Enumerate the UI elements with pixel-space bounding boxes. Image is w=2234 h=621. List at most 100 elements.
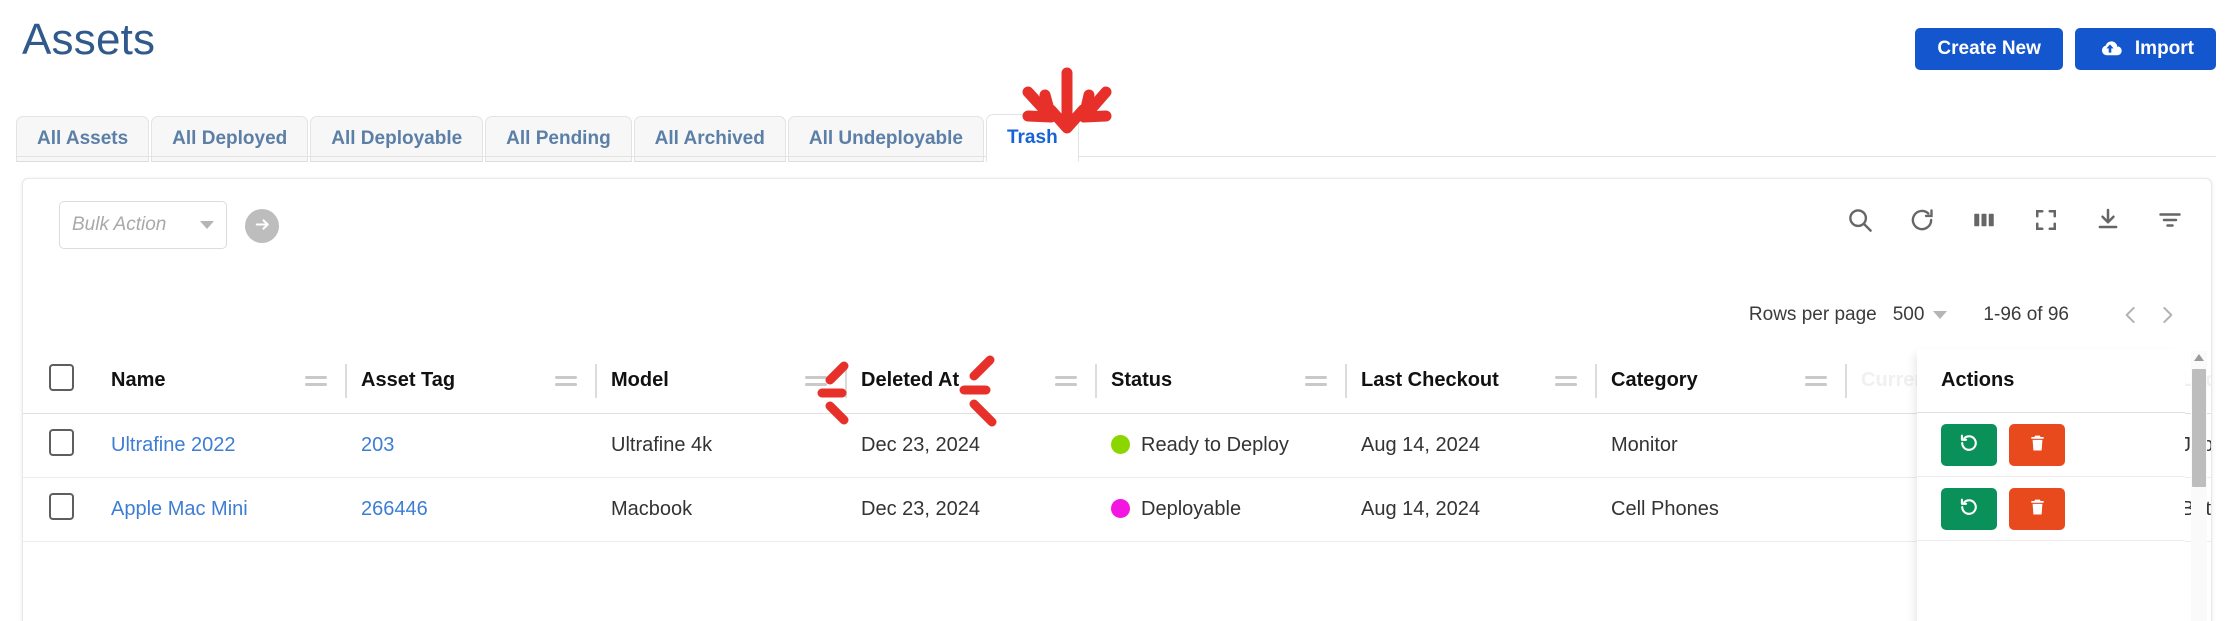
chevron-down-icon xyxy=(1933,311,1948,319)
assets-table-card: Bulk Action Rows per page 500 1-96 of 96… xyxy=(22,178,2212,621)
cell-name: Ultrafine 2022 xyxy=(97,413,347,478)
table-toolbar: Bulk Action xyxy=(23,179,2211,271)
import-button[interactable]: Import xyxy=(2074,28,2216,70)
actions-sticky-column: Actions xyxy=(1917,349,2185,621)
table-header-row: Name Asset Tag Model Deleted At Status L… xyxy=(23,349,2211,414)
actions-column-header: Actions xyxy=(1917,349,2185,413)
column-header-category[interactable]: Category xyxy=(1597,349,1847,414)
bulk-action-select[interactable]: Bulk Action xyxy=(59,201,227,249)
delete-button[interactable] xyxy=(2009,423,2065,466)
rows-per-page-select[interactable]: 500 xyxy=(1893,304,1948,326)
column-label: Last Checkout xyxy=(1361,369,1499,392)
column-label: Category xyxy=(1611,369,1698,392)
restore-icon xyxy=(1958,432,1980,457)
select-all-header xyxy=(23,349,97,414)
column-label: Model xyxy=(611,369,669,392)
cell-status: Deployable xyxy=(1097,477,1347,542)
bulk-action-go-button[interactable] xyxy=(245,209,279,243)
restore-icon xyxy=(1958,496,1980,521)
create-new-label: Create New xyxy=(1937,38,2041,59)
row-checkbox[interactable] xyxy=(49,492,74,520)
column-grip-icon[interactable] xyxy=(305,375,327,386)
fullscreen-icon[interactable] xyxy=(2031,205,2061,235)
row-checkbox[interactable] xyxy=(49,428,74,456)
column-header-name[interactable]: Name xyxy=(97,349,347,414)
column-label: Deleted At xyxy=(861,369,960,392)
column-grip-icon[interactable] xyxy=(1055,375,1077,386)
rows-per-page-label: Rows per page xyxy=(1748,304,1877,325)
header-actions: Create New Import xyxy=(1915,28,2216,70)
cell-deleted-at: Dec 23, 2024 xyxy=(847,413,1097,478)
row-select-cell xyxy=(23,477,97,542)
assets-table-scroll[interactable]: Name Asset Tag Model Deleted At Status L… xyxy=(23,349,2211,621)
cell-last-checkout: Aug 14, 2024 xyxy=(1347,477,1597,542)
chevron-left-icon[interactable] xyxy=(2113,297,2149,333)
cell-model: Ultrafine 4k xyxy=(597,413,847,478)
cell-status: Ready to Deploy xyxy=(1097,413,1347,478)
column-grip-icon[interactable] xyxy=(1805,375,1827,386)
cell-asset-tag: 203 xyxy=(347,413,597,478)
tabs-underline xyxy=(16,156,2216,157)
table-row[interactable]: Ultrafine 2022 203 Ultrafine 4k Dec 23, … xyxy=(23,413,2211,478)
cell-category: Monitor xyxy=(1597,413,1847,478)
column-label: Asset Tag xyxy=(361,369,456,392)
page-title: Assets xyxy=(22,15,156,64)
scrollbar-thumb[interactable] xyxy=(2192,369,2206,487)
columns-icon[interactable] xyxy=(1969,205,1999,235)
tab-trash[interactable]: Trash xyxy=(985,114,1079,162)
cell-deleted-at: Dec 23, 2024 xyxy=(847,477,1097,542)
column-header-status[interactable]: Status xyxy=(1097,349,1347,414)
column-header-deleted-at[interactable]: Deleted At xyxy=(847,349,1097,414)
rows-per-page-value: 500 xyxy=(1892,304,1925,325)
column-header-model[interactable]: Model xyxy=(597,349,847,414)
asset-tag-link[interactable]: 203 xyxy=(361,434,394,456)
import-label: Import xyxy=(2134,38,2194,59)
assets-trash-page: Assets Create New Import All Assets All … xyxy=(0,0,2234,621)
pagination-range: 1-96 of 96 xyxy=(1983,304,2069,325)
download-icon[interactable] xyxy=(2093,205,2123,235)
restore-button[interactable] xyxy=(1941,423,1997,466)
restore-button[interactable] xyxy=(1941,487,1997,530)
row-actions xyxy=(1917,477,2185,541)
asset-name-link[interactable]: Apple Mac Mini xyxy=(111,498,248,520)
filter-icon[interactable] xyxy=(2155,205,2185,235)
tabs-bar: All Assets All Deployed All Deployable A… xyxy=(16,110,1081,162)
search-icon[interactable] xyxy=(1845,205,1875,235)
column-header-last-checkout[interactable]: Last Checkout xyxy=(1347,349,1597,414)
cloud-upload-icon xyxy=(2097,39,2123,59)
status-label: Deployable xyxy=(1141,497,1242,520)
trash-icon xyxy=(2027,497,2048,521)
status-dot-icon xyxy=(1111,434,1130,454)
column-grip-icon[interactable] xyxy=(805,375,827,386)
table-vertical-scrollbar[interactable] xyxy=(2191,351,2207,621)
column-label: Status xyxy=(1111,369,1173,392)
row-actions xyxy=(1917,413,2185,477)
cell-last-checkout: Aug 14, 2024 xyxy=(1347,413,1597,478)
column-label: Name xyxy=(111,369,166,392)
arrow-right-circle-icon xyxy=(253,215,272,237)
refresh-icon[interactable] xyxy=(1907,205,1937,235)
delete-button[interactable] xyxy=(2009,487,2065,530)
cell-model: Macbook xyxy=(597,477,847,542)
assets-table: Name Asset Tag Model Deleted At Status L… xyxy=(23,349,2211,542)
scroll-up-arrow-icon[interactable] xyxy=(2194,354,2204,361)
pagination-bar: Rows per page 500 1-96 of 96 xyxy=(1749,297,2185,333)
column-header-asset-tag[interactable]: Asset Tag xyxy=(347,349,597,414)
column-grip-icon[interactable] xyxy=(1305,375,1327,386)
status-dot-icon xyxy=(1111,498,1130,518)
asset-tag-link[interactable]: 266446 xyxy=(361,498,428,520)
trash-icon xyxy=(2027,433,2048,457)
bulk-action-placeholder: Bulk Action xyxy=(72,214,167,235)
status-label: Ready to Deploy xyxy=(1141,433,1289,456)
cell-asset-tag: 266446 xyxy=(347,477,597,542)
asset-name-link[interactable]: Ultrafine 2022 xyxy=(111,434,236,456)
cell-category: Cell Phones xyxy=(1597,477,1847,542)
select-all-checkbox[interactable] xyxy=(49,364,74,392)
chevron-right-icon[interactable] xyxy=(2149,297,2185,333)
column-grip-icon[interactable] xyxy=(555,375,577,386)
table-tool-icons xyxy=(1845,205,2185,235)
chevron-down-icon xyxy=(200,221,214,229)
column-grip-icon[interactable] xyxy=(1555,375,1577,386)
create-new-button[interactable]: Create New xyxy=(1915,28,2063,70)
table-row[interactable]: Apple Mac Mini 266446 Macbook Dec 23, 20… xyxy=(23,477,2211,542)
